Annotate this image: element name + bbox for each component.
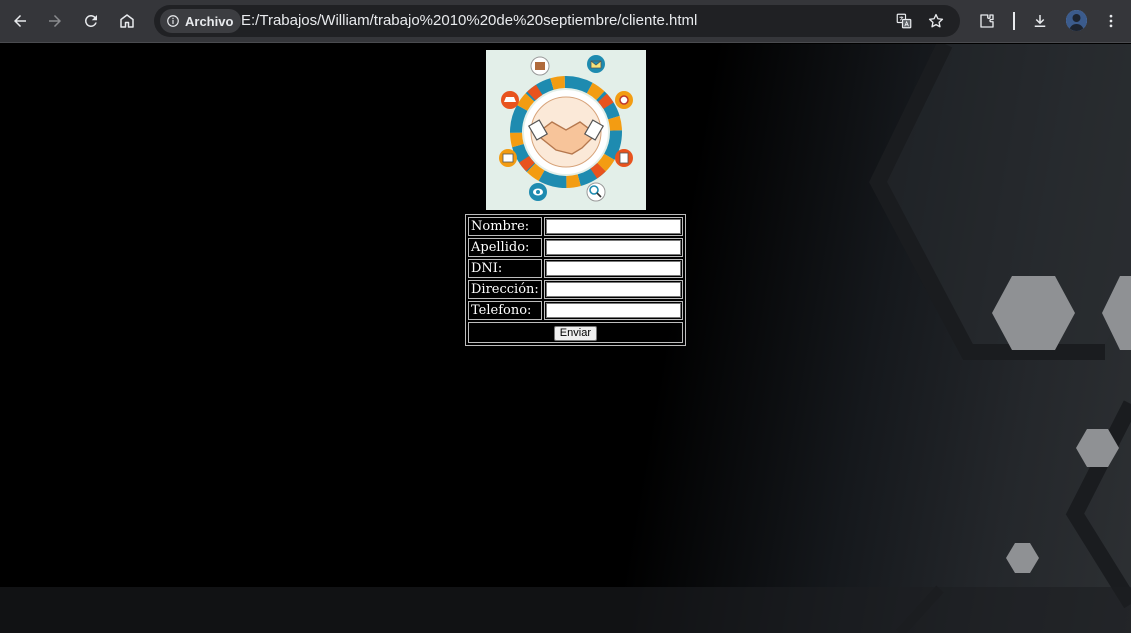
menu-button[interactable]	[1098, 8, 1124, 34]
arrow-left-icon	[14, 15, 26, 27]
translate-button[interactable]	[894, 11, 914, 31]
form-row-telefono: Telefono:	[468, 301, 683, 320]
back-button[interactable]	[7, 8, 33, 34]
info-icon	[167, 15, 179, 27]
extensions-button[interactable]	[974, 8, 1000, 34]
direccion-label: Dirección:	[468, 280, 542, 299]
direccion-input[interactable]	[545, 282, 681, 297]
reload-icon	[84, 14, 97, 27]
nombre-input[interactable]	[545, 219, 681, 234]
profile-avatar[interactable]	[1066, 10, 1087, 31]
browser-toolbar: Archivo E:/Trabajos/William/trabajo%2010…	[0, 0, 1131, 43]
nombre-cell	[543, 217, 683, 236]
direccion-cell	[543, 280, 683, 299]
form-row-direccion: Dirección:	[468, 280, 683, 299]
forward-button[interactable]	[42, 8, 68, 34]
handshake-image	[486, 50, 646, 210]
url-text[interactable]: E:/Trabajos/William/trabajo%2010%20de%20…	[241, 12, 697, 29]
arrow-right-icon	[49, 15, 61, 27]
download-icon	[1034, 15, 1046, 27]
address-bar[interactable]: Archivo E:/Trabajos/William/trabajo%2010…	[154, 5, 960, 37]
home-button[interactable]	[114, 8, 140, 34]
apellido-input[interactable]	[545, 240, 681, 255]
star-icon	[928, 13, 944, 28]
form-row-nombre: Nombre:	[468, 217, 683, 236]
client-form: Nombre: Apellido: DNI: Dirección: Telefo…	[465, 214, 686, 346]
form-row-dni: DNI:	[468, 259, 683, 278]
bookmark-button[interactable]	[926, 11, 946, 31]
translate-icon	[896, 13, 912, 29]
page-content: Nombre: Apellido: DNI: Dirección: Telefo…	[0, 44, 1131, 633]
telefono-input[interactable]	[545, 303, 681, 318]
apellido-cell	[543, 238, 683, 257]
puzzle-icon	[980, 14, 994, 28]
toolbar-separator	[1013, 12, 1015, 30]
enviar-button[interactable]: Enviar	[553, 325, 597, 341]
dni-input[interactable]	[545, 261, 681, 276]
telefono-label: Telefono:	[468, 301, 542, 320]
form-row-apellido: Apellido:	[468, 238, 683, 257]
form-row-submit: Enviar	[468, 322, 683, 343]
profile-icon	[1066, 10, 1087, 31]
submit-cell: Enviar	[468, 322, 683, 343]
dni-cell	[543, 259, 683, 278]
handshake-icon	[486, 50, 646, 210]
downloads-button[interactable]	[1027, 8, 1053, 34]
apellido-label: Apellido:	[468, 238, 542, 257]
telefono-cell	[543, 301, 683, 320]
dni-label: DNI:	[468, 259, 542, 278]
nombre-label: Nombre:	[468, 217, 542, 236]
reload-button[interactable]	[78, 8, 104, 34]
home-icon	[120, 14, 134, 28]
chip-label: Archivo	[185, 13, 234, 29]
site-info-chip[interactable]: Archivo	[160, 9, 242, 33]
more-vertical-icon	[1109, 14, 1113, 28]
